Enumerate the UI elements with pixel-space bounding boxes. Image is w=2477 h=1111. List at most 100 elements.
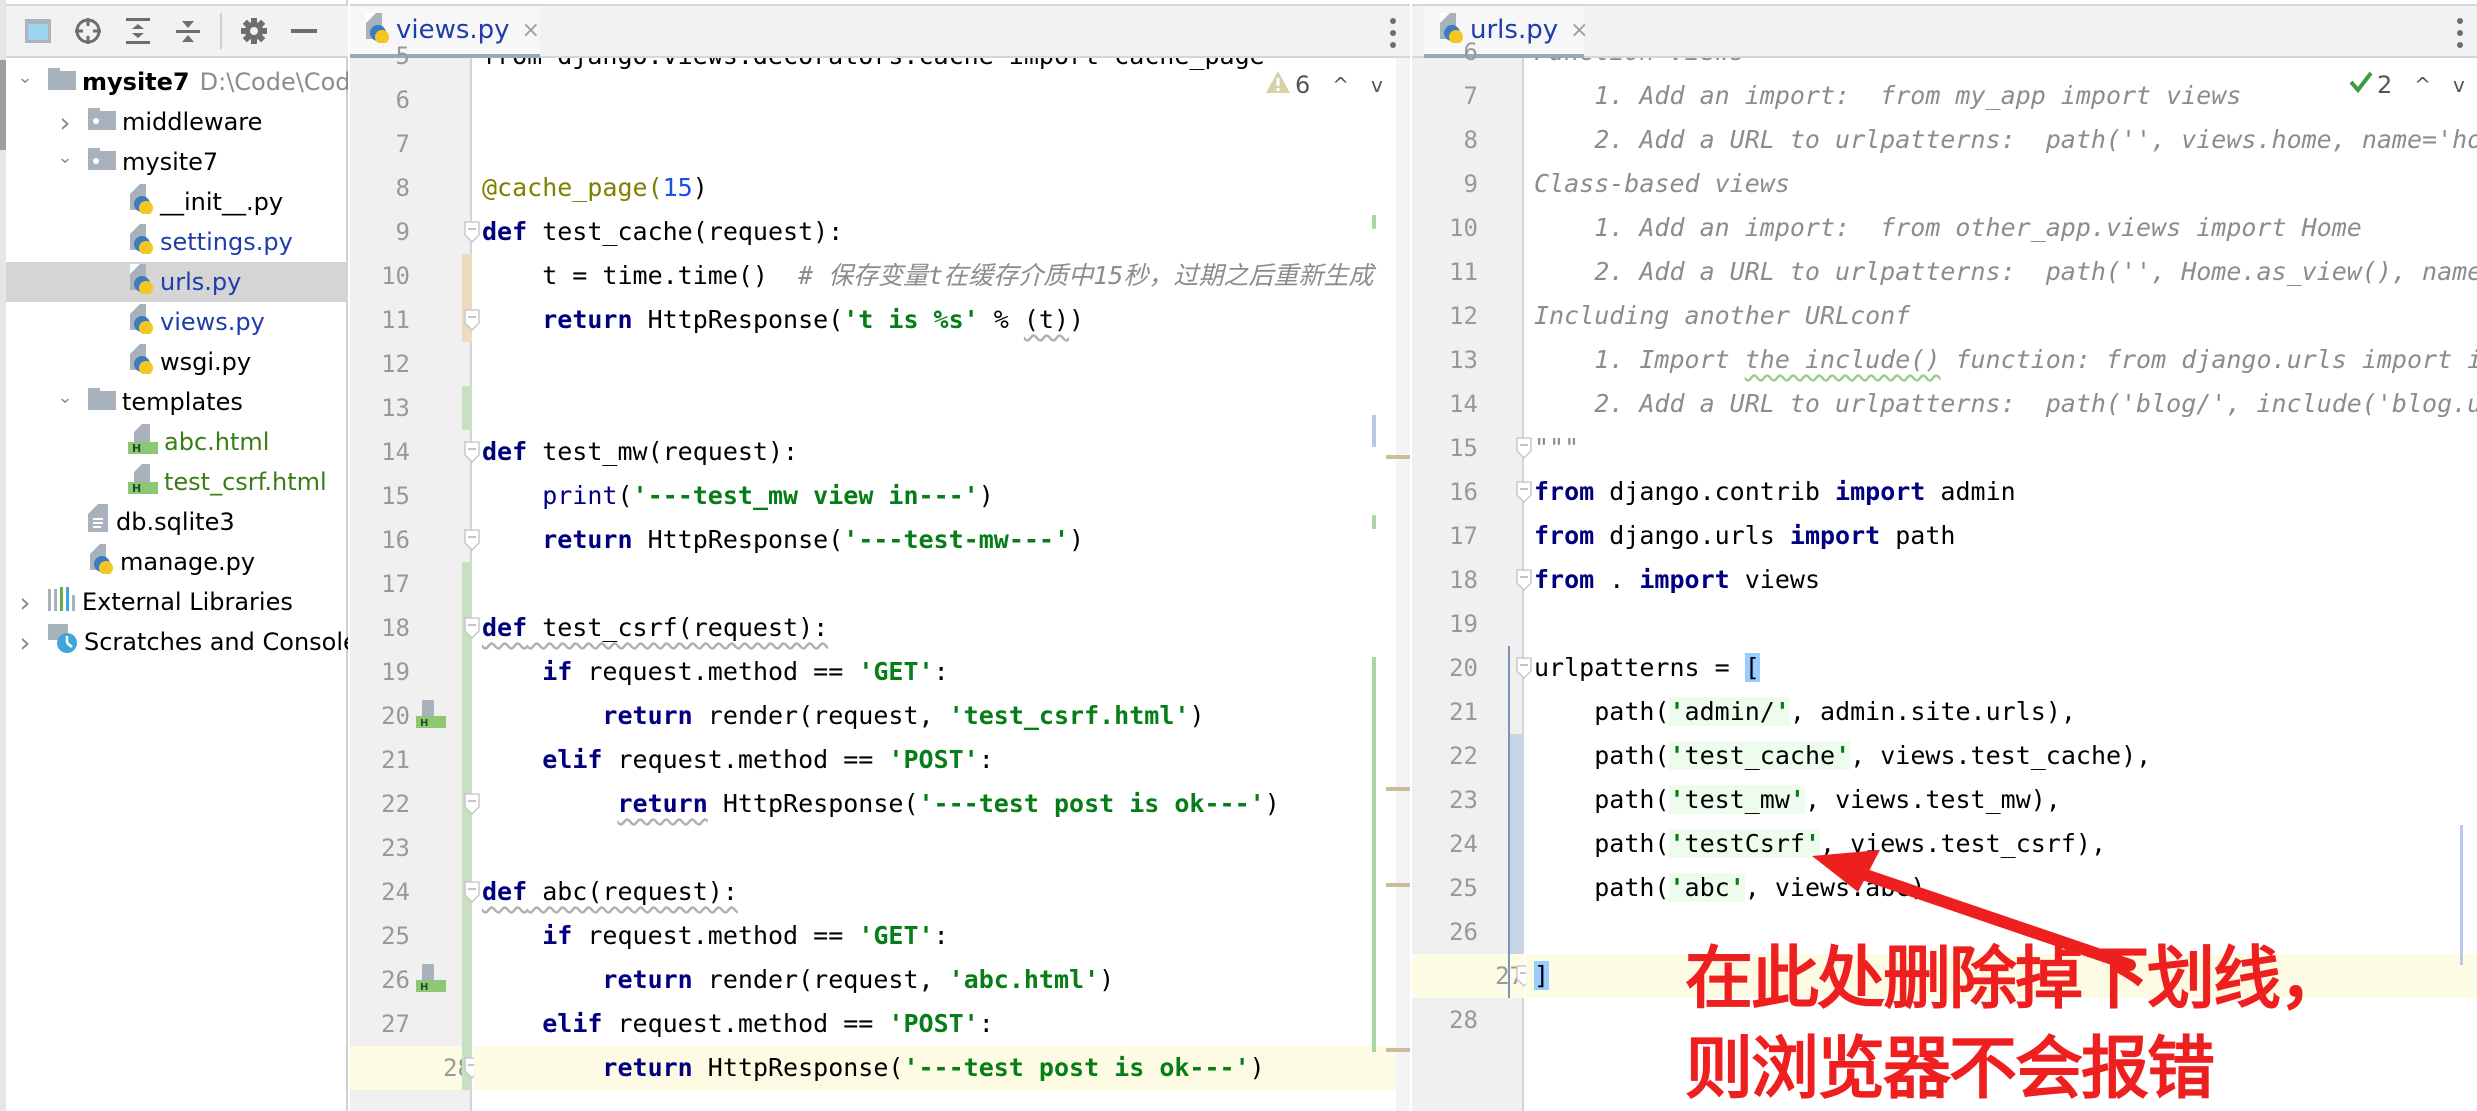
line-number: 7 bbox=[395, 130, 410, 158]
code-text: def test_cache(request): bbox=[482, 210, 843, 254]
line-number: 20 bbox=[1449, 654, 1478, 682]
editor-scrollbar[interactable] bbox=[1396, 58, 1410, 1111]
chevron-right-icon[interactable]: › bbox=[14, 586, 36, 619]
code-token: '---test_mw view in---' bbox=[632, 481, 979, 510]
code-token: the include() bbox=[1744, 345, 1941, 374]
line-number: 16 bbox=[381, 526, 410, 554]
code-token: HttpResponse( bbox=[707, 789, 919, 818]
docstring-text: Class-based views bbox=[1534, 169, 1790, 198]
code-token: views.abc bbox=[1774, 873, 1911, 902]
previous-highlight-icon[interactable]: ^ bbox=[2414, 73, 2431, 97]
tree-item[interactable]: › External Libraries bbox=[6, 582, 348, 622]
line-number: 21 bbox=[381, 746, 410, 774]
tree-item[interactable]: manage.py bbox=[6, 542, 348, 582]
folder-icon bbox=[88, 388, 116, 416]
more-options-icon[interactable] bbox=[1388, 18, 1398, 48]
change-stripe bbox=[1372, 515, 1376, 529]
code-text: 1. Add an import: from my_app import vie… bbox=[1534, 74, 2241, 118]
previous-highlight-icon[interactable]: ^ bbox=[1332, 73, 1349, 97]
tree-item[interactable]: › Scratches and Consoles bbox=[6, 622, 348, 662]
tree-item-label: settings.py bbox=[160, 228, 293, 256]
code-text: if request.method == 'GET': bbox=[482, 914, 948, 958]
line-number: 8 bbox=[395, 174, 410, 202]
tree-item[interactable]: __init__.py bbox=[6, 182, 348, 222]
tree-item-label: mysite7 bbox=[82, 68, 190, 96]
tree-item[interactable]: wsgi.py bbox=[6, 342, 348, 382]
tree-item[interactable]: Habc.html bbox=[6, 422, 348, 462]
tree-item[interactable]: ⌄ mysite7 bbox=[6, 142, 348, 182]
scroll-marker[interactable] bbox=[1386, 1048, 1410, 1052]
scroll-marker[interactable] bbox=[1386, 787, 1410, 791]
tree-item[interactable]: › middleware bbox=[6, 102, 348, 142]
vcs-change-marker[interactable] bbox=[462, 386, 472, 430]
line-number: 22 bbox=[381, 790, 410, 818]
line-number: 11 bbox=[381, 306, 410, 334]
close-icon[interactable]: × bbox=[1570, 18, 1588, 43]
tree-item[interactable]: ⌄ mysite7 D:\Code\Code bbox=[6, 62, 348, 102]
expand-all-icon[interactable] bbox=[120, 13, 156, 49]
more-options-icon[interactable] bbox=[2455, 18, 2465, 48]
line-number: 19 bbox=[1449, 610, 1478, 638]
code-token: views bbox=[1729, 565, 1820, 594]
code-text: print('---test_mw view in---') bbox=[482, 474, 994, 518]
hide-icon[interactable] bbox=[286, 13, 322, 49]
line-number: 14 bbox=[381, 438, 410, 466]
line-number: 24 bbox=[1449, 830, 1478, 858]
code-text: path('test_cache', views.test_cache), bbox=[1534, 734, 2151, 778]
code-token: ' bbox=[1669, 785, 1685, 814]
code-token: ) bbox=[692, 173, 708, 202]
code-text: def abc(request): bbox=[482, 870, 738, 914]
vcs-change-marker[interactable] bbox=[1510, 734, 1522, 954]
tree-item[interactable]: urls.py bbox=[6, 262, 348, 302]
package-icon bbox=[88, 108, 116, 136]
inspection-widget[interactable]: 6 ^ v bbox=[1265, 70, 1383, 100]
html-template-gutter-icon[interactable]: H bbox=[416, 964, 446, 998]
package-icon bbox=[88, 148, 116, 176]
project-view-icon[interactable] bbox=[20, 13, 56, 49]
code-area[interactable]: from django.views.decorators.cache impor… bbox=[474, 58, 1410, 1111]
code-token: from bbox=[1534, 521, 1595, 550]
gear-icon[interactable] bbox=[236, 13, 272, 49]
code-line: if request.method == 'GET': bbox=[474, 914, 1410, 958]
chevron-down-icon[interactable]: ⌄ bbox=[54, 386, 76, 408]
folder-icon bbox=[48, 68, 76, 96]
chevron-down-icon[interactable]: ⌄ bbox=[54, 146, 76, 168]
html-template-gutter-icon[interactable]: H bbox=[416, 700, 446, 734]
next-highlight-icon[interactable]: v bbox=[2453, 73, 2465, 97]
line-number: 24 bbox=[381, 878, 410, 906]
close-icon[interactable]: × bbox=[522, 18, 540, 43]
next-highlight-icon[interactable]: v bbox=[1371, 73, 1383, 97]
tree-item-label: __init__.py bbox=[160, 188, 284, 216]
python-file-icon bbox=[128, 344, 154, 380]
code-token: ) bbox=[1099, 965, 1115, 994]
line-number: 15 bbox=[1449, 434, 1478, 462]
tree-item-label: Scratches and Consoles bbox=[84, 628, 348, 656]
line-number: 8 bbox=[1463, 126, 1478, 154]
chevron-right-icon[interactable]: › bbox=[54, 106, 76, 139]
code-text: from django.urls import path bbox=[1534, 514, 1955, 558]
tree-item[interactable]: ⌄ templates bbox=[6, 382, 348, 422]
tree-item[interactable]: settings.py bbox=[6, 222, 348, 262]
code-text: elif request.method == 'POST': bbox=[482, 1002, 994, 1046]
tree-item[interactable]: Htest_csrf.html bbox=[6, 462, 348, 502]
vcs-change-marker[interactable] bbox=[462, 562, 472, 1090]
text-file-icon bbox=[88, 504, 110, 540]
scroll-marker[interactable] bbox=[1386, 883, 1410, 887]
tree-item[interactable]: views.py bbox=[6, 302, 348, 342]
chevron-down-icon[interactable]: ⌄ bbox=[14, 66, 36, 88]
line-number: 9 bbox=[395, 218, 410, 246]
code-token: def bbox=[482, 217, 528, 246]
chevron-right-icon[interactable]: › bbox=[14, 626, 36, 659]
tree-item[interactable]: db.sqlite3 bbox=[6, 502, 348, 542]
locate-icon[interactable] bbox=[70, 13, 106, 49]
code-token: HttpResponse( bbox=[632, 525, 844, 554]
inspection-widget[interactable]: 2 ^ v bbox=[2349, 70, 2465, 100]
collapse-all-icon[interactable] bbox=[170, 13, 206, 49]
project-sidebar: ⌄ mysite7 D:\Code\Code › middleware ⌄ mysite7 _… bbox=[0, 0, 348, 1111]
svg-text:H: H bbox=[420, 718, 428, 729]
scroll-marker[interactable] bbox=[1386, 455, 1410, 459]
